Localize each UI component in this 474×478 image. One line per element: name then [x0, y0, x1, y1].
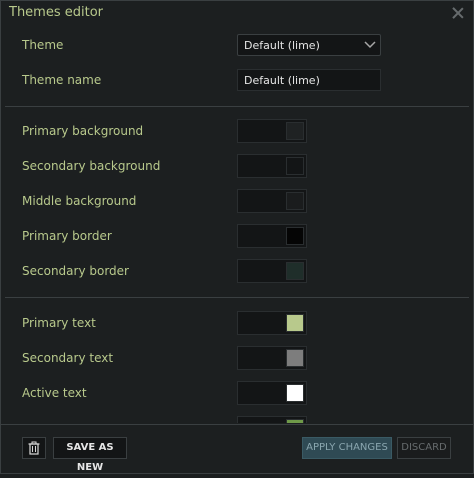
- theme-label: Theme: [22, 38, 64, 52]
- color-label: Middle background: [22, 194, 137, 208]
- color-label: Primary text: [22, 316, 96, 330]
- divider: [5, 297, 469, 298]
- color-picker[interactable]: [237, 346, 307, 370]
- close-icon[interactable]: [451, 6, 465, 20]
- color-row: Secondary background: [1, 154, 473, 190]
- theme-select-value: Default (lime): [244, 39, 320, 52]
- color-swatch: [286, 227, 304, 245]
- color-swatch: [286, 157, 304, 175]
- color-label: Secondary text: [22, 351, 114, 365]
- editor-scroll-area[interactable]: Theme Default (lime) Theme name Default …: [1, 25, 473, 423]
- theme-name-field[interactable]: Default (lime): [237, 69, 381, 91]
- color-picker[interactable]: [237, 224, 307, 248]
- color-picker[interactable]: [237, 119, 307, 143]
- trash-icon: [28, 441, 40, 463]
- color-picker[interactable]: [237, 381, 307, 405]
- color-label: Secondary border: [22, 264, 129, 278]
- color-row: Secondary text: [1, 346, 473, 382]
- color-swatch: [286, 122, 304, 140]
- color-swatch: [286, 192, 304, 210]
- color-row: Secondary border: [1, 259, 473, 295]
- color-label: Primary background: [22, 124, 144, 138]
- color-row: [1, 416, 473, 423]
- theme-name-label: Theme name: [22, 73, 102, 87]
- theme-name-value: Default (lime): [244, 74, 320, 87]
- color-swatch: [286, 419, 304, 423]
- color-picker[interactable]: [237, 259, 307, 283]
- color-swatch: [286, 384, 304, 402]
- color-row: Active text: [1, 381, 473, 417]
- save-as-new-button[interactable]: SAVE AS NEW: [53, 437, 127, 473]
- color-label: Primary border: [22, 229, 112, 243]
- theme-name-row: Theme name Default (lime): [1, 69, 473, 105]
- apply-changes-button[interactable]: APPLY CHANGES: [302, 437, 392, 459]
- color-row: Middle background: [1, 189, 473, 225]
- color-picker[interactable]: [237, 154, 307, 178]
- delete-theme-button[interactable]: [22, 437, 46, 459]
- title-bar: Themes editor: [1, 1, 473, 25]
- theme-row: Theme Default (lime): [1, 33, 473, 69]
- color-row: Primary border: [1, 224, 473, 260]
- color-swatch: [286, 314, 304, 332]
- dialog-footer: SAVE AS NEW APPLY CHANGES DISCARD: [1, 424, 473, 475]
- discard-button[interactable]: DISCARD: [397, 437, 451, 459]
- color-row: Primary background: [1, 119, 473, 155]
- themes-editor-window: Themes editor Theme Default (lime) Theme…: [0, 0, 474, 474]
- theme-select[interactable]: Default (lime): [237, 34, 381, 56]
- color-label: Secondary background: [22, 159, 161, 173]
- color-picker[interactable]: [237, 311, 307, 335]
- color-swatch: [286, 262, 304, 280]
- color-picker[interactable]: [237, 416, 307, 423]
- color-row: Primary text: [1, 311, 473, 347]
- color-swatch: [286, 349, 304, 367]
- chevron-down-icon: [364, 38, 376, 49]
- divider: [5, 106, 469, 107]
- color-picker[interactable]: [237, 189, 307, 213]
- window-title: Themes editor: [9, 5, 104, 20]
- color-label: Active text: [22, 386, 87, 400]
